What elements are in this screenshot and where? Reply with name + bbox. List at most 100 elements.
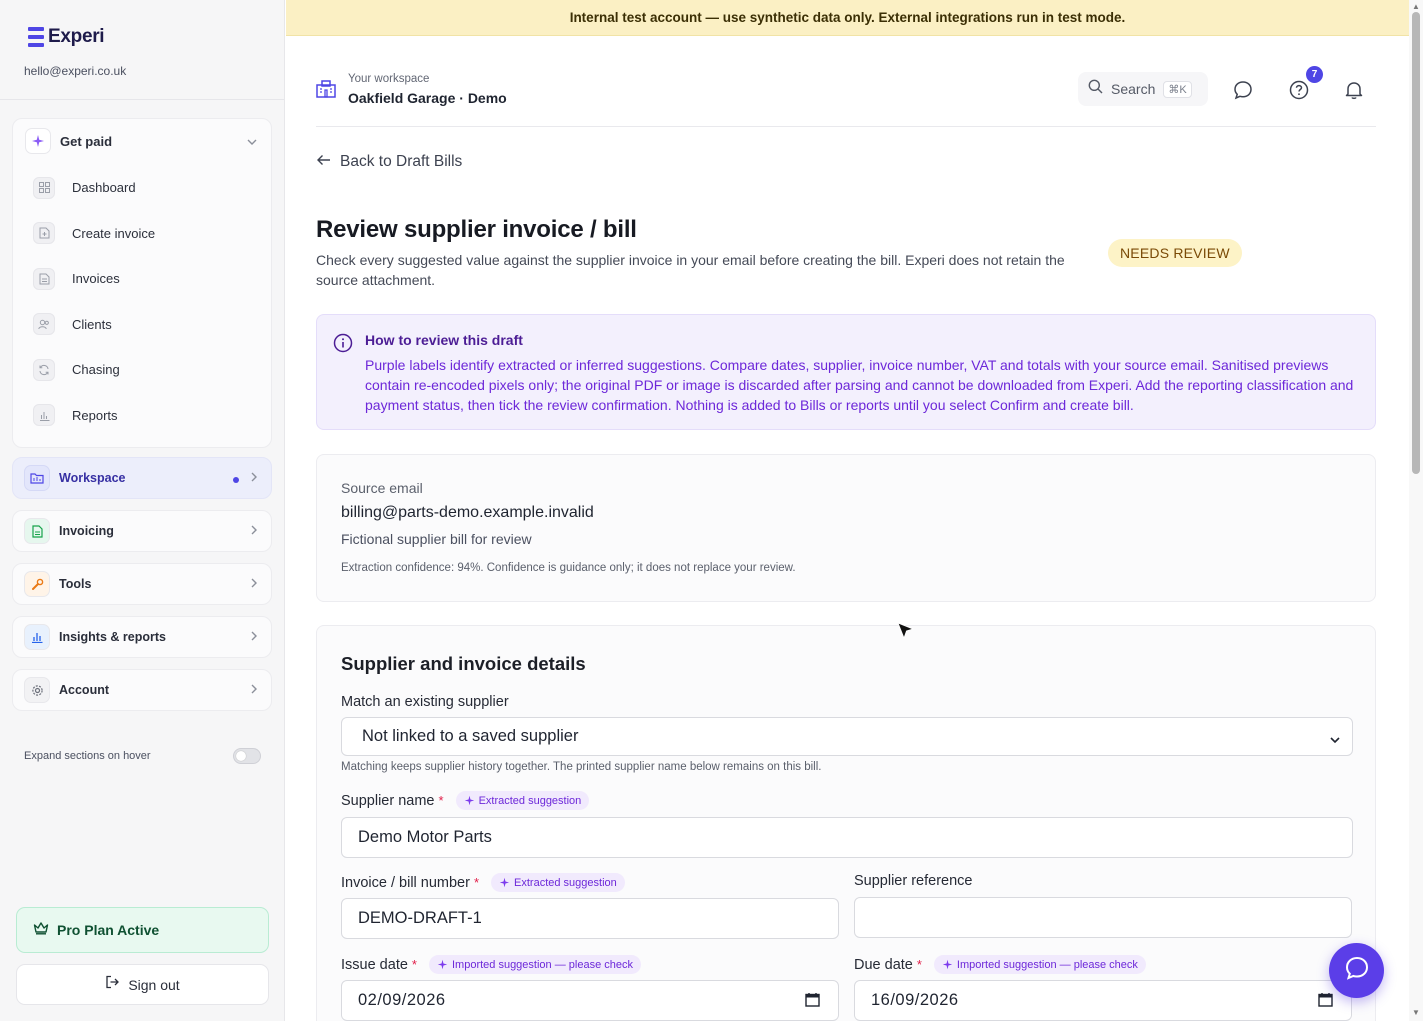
pro-plan-badge[interactable]: Pro Plan Active (16, 907, 269, 953)
sidebar-item-workspace[interactable]: Workspace (12, 457, 272, 499)
due-date-input[interactable]: 16/09/2026 (854, 980, 1352, 1021)
folder-icon (24, 465, 50, 491)
supplier-reference-label-text: Supplier reference (854, 873, 973, 889)
calendar-icon[interactable] (1318, 992, 1333, 1012)
required-mark: * (411, 957, 417, 972)
sidebar-item-invoicing[interactable]: Invoicing (12, 510, 272, 552)
user-email: hello@experi.co.uk (24, 64, 127, 78)
sidebar-item-insights-reports[interactable]: Insights & reports (12, 616, 272, 658)
sidebar-item-create-invoice[interactable]: Create invoice (13, 211, 271, 257)
live-chat-button[interactable] (1329, 943, 1384, 998)
sidebar-item-clients[interactable]: Clients (13, 302, 271, 348)
invoice-number-label: Invoice / bill number * Extracted sugges… (341, 873, 625, 892)
document-icon (24, 518, 50, 544)
expand-sections-toggle[interactable] (233, 748, 261, 764)
sidebar-item-label: Tools (59, 577, 92, 591)
sidebar-item-invoices[interactable]: Invoices (13, 256, 271, 302)
required-mark: * (916, 957, 922, 972)
users-icon (33, 313, 55, 336)
back-link-label: Back to Draft Bills (340, 153, 463, 170)
bell-icon[interactable] (1342, 78, 1366, 102)
help-circle-icon[interactable] (1287, 78, 1311, 102)
search-icon (1088, 79, 1103, 99)
sparkle-icon (437, 959, 448, 970)
search-shortcut: ⌘K (1163, 80, 1192, 98)
get-paid-toggle[interactable]: Get paid (13, 119, 271, 163)
invoice-number-input[interactable]: DEMO-DRAFT-1 (341, 898, 839, 939)
supplier-name-input[interactable]: Demo Motor Parts (341, 817, 1353, 858)
required-mark: * (473, 875, 480, 890)
file-text-icon (33, 267, 55, 290)
supplier-reference-input[interactable] (854, 897, 1352, 938)
sidebar-item-label: Account (59, 683, 109, 697)
source-email-label: Source email (341, 480, 423, 496)
back-to-draft-bills-link[interactable]: Back to Draft Bills (316, 153, 462, 171)
refresh-icon (33, 358, 55, 381)
sidebar-item-label: Create invoice (72, 225, 156, 241)
sidebar-item-label: Workspace (59, 471, 126, 485)
sidebar-item-label: Reports (72, 407, 118, 423)
app-name: Experi (48, 26, 105, 47)
sidebar-item-chasing[interactable]: Chasing (13, 347, 271, 393)
page-scrollbar[interactable]: ▲ ▼ (1409, 0, 1423, 1021)
chat-bubble-icon[interactable] (1231, 78, 1255, 102)
sidebar-item-label: Chasing (72, 362, 120, 378)
file-plus-icon (33, 222, 55, 245)
extracted-suggestion-pill: Extracted suggestion (455, 791, 590, 810)
sign-out-button[interactable]: Sign out (16, 964, 269, 1005)
chevron-right-icon (251, 471, 257, 485)
info-text: Purple labels identify extracted or infe… (365, 357, 1354, 413)
due-date-label-text: Due date (854, 956, 913, 973)
pill-label: Extracted suggestion (514, 876, 617, 889)
chevron-right-icon (251, 630, 257, 644)
sidebar-item-reports[interactable]: Reports (13, 393, 271, 439)
sign-out-icon (105, 975, 120, 994)
search-button[interactable]: Search ⌘K (1078, 72, 1208, 106)
building-icon (316, 80, 336, 103)
gear-icon (24, 677, 50, 703)
crown-icon (33, 921, 49, 940)
sidebar-item-label: Invoicing (59, 524, 114, 538)
imported-suggestion-pill: Imported suggestion — please check (933, 955, 1146, 974)
logo-icon (28, 27, 44, 47)
invoice-number-label-text: Invoice / bill number (341, 874, 470, 891)
active-indicator (233, 477, 239, 483)
chevron-down-icon (247, 134, 257, 148)
sidebar-item-dashboard[interactable]: Dashboard (13, 165, 271, 211)
extracted-suggestion-pill: Extracted suggestion (491, 873, 625, 892)
sparkle-icon (499, 877, 510, 888)
match-supplier-label-text: Match an existing supplier (341, 694, 509, 710)
match-supplier-label: Match an existing supplier (341, 694, 509, 710)
bar-chart-icon (33, 404, 55, 427)
sidebar-divider (0, 99, 284, 100)
issue-date-input[interactable]: 02/09/2026 (341, 980, 839, 1021)
calendar-icon[interactable] (805, 992, 820, 1012)
get-paid-label: Get paid (60, 133, 113, 149)
sidebar-item-label: Insights & reports (59, 630, 166, 644)
invoice-number-value: DEMO-DRAFT-1 (358, 909, 482, 927)
sparkle-icon (464, 795, 474, 806)
supplier-select[interactable]: Not linked to a saved supplier (341, 717, 1353, 756)
chevron-right-icon (251, 577, 257, 591)
source-email-card: Source email billing@parts-demo.example.… (316, 454, 1376, 602)
issue-date-label: Issue date * Imported suggestion — pleas… (341, 955, 641, 974)
pill-label: Imported suggestion — please check (451, 958, 633, 971)
scrollbar-thumb[interactable] (1412, 12, 1420, 474)
match-supplier-help: Matching keeps supplier history together… (341, 761, 822, 773)
chevron-right-icon (251, 524, 257, 538)
page-title: Review supplier invoice / bill (316, 216, 637, 243)
workspace-name[interactable]: Oakfield Garage · Demo (348, 90, 507, 106)
header-divider (316, 126, 1376, 127)
sidebar-item-tools[interactable]: Tools (12, 563, 272, 605)
sidebar-item-account[interactable]: Account (12, 669, 272, 711)
app-logo[interactable]: Experi (28, 26, 105, 48)
issue-date-value: 02/09/2026 (358, 991, 446, 1009)
due-date-label: Due date * Imported suggestion — please … (854, 955, 1146, 974)
sidebar-item-label: Invoices (72, 271, 120, 287)
scroll-up-icon[interactable]: ▲ (1412, 2, 1420, 11)
scroll-down-icon[interactable]: ▼ (1412, 1008, 1420, 1017)
chevron-right-icon (251, 683, 257, 697)
mouse-cursor-icon (897, 622, 915, 645)
workspace-caption: Your workspace (348, 73, 430, 85)
test-account-banner: Internal test account — use synthetic da… (286, 0, 1409, 36)
